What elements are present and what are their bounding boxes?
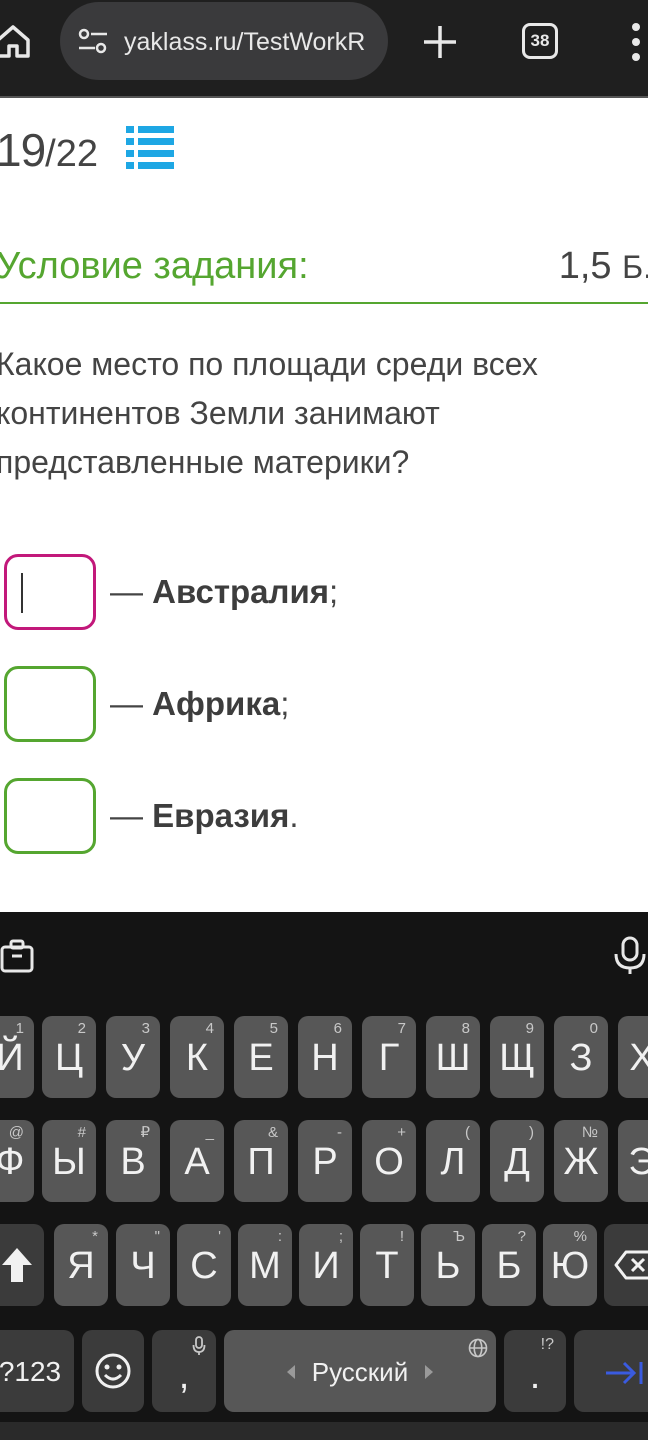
current-question-number: 19 — [0, 124, 46, 176]
points-unit: Б. — [622, 249, 648, 285]
key-Ж[interactable]: № Ж — [554, 1120, 608, 1202]
period-key[interactable]: !? . — [504, 1330, 566, 1412]
backspace-key[interactable] — [604, 1224, 648, 1306]
home-icon[interactable] — [0, 22, 32, 60]
emoji-key[interactable] — [82, 1330, 144, 1412]
key-Г[interactable]: 7Г — [362, 1016, 416, 1098]
emoji-icon — [94, 1352, 132, 1395]
key-И[interactable]: ; И — [299, 1224, 353, 1306]
key-Ш[interactable]: 8Ш — [426, 1016, 480, 1098]
key-Р[interactable]: -Р — [298, 1120, 352, 1202]
task-points: 1,5 Б. — [559, 238, 648, 294]
key-Ч[interactable]: " Ч — [116, 1224, 170, 1306]
key-Й[interactable]: 1Й — [0, 1016, 34, 1098]
backspace-icon — [614, 1250, 648, 1285]
overflow-menu-icon[interactable] — [626, 20, 646, 64]
answer-row: — Австралия; — [0, 554, 648, 630]
points-value: 1,5 — [558, 245, 612, 287]
toolbar-divider — [0, 96, 648, 98]
text-caret — [21, 573, 23, 613]
clipboard-icon[interactable] — [0, 938, 34, 979]
answer-input-africa[interactable] — [4, 666, 96, 742]
answer-row: — Африка; — [0, 666, 648, 742]
comma-key[interactable]: , — [152, 1330, 216, 1412]
new-tab-plus-icon[interactable] — [420, 22, 460, 62]
enter-next-icon — [604, 1360, 644, 1391]
answer-label: — Австралия; — [110, 573, 339, 610]
answer-input-australia[interactable] — [4, 554, 96, 630]
key-Н[interactable]: 6Н — [298, 1016, 352, 1098]
key-Т[interactable]: ! Т — [360, 1224, 414, 1306]
key-М[interactable]: :М — [238, 1224, 292, 1306]
key-Х[interactable]: Х — [618, 1016, 648, 1098]
condition-title: Условие задания: — [0, 245, 309, 287]
key-П[interactable]: & П — [234, 1120, 288, 1202]
key-Б[interactable]: ? Б — [482, 1224, 536, 1306]
key-Я[interactable]: * Я — [54, 1224, 108, 1306]
system-nav-bar — [0, 1422, 648, 1440]
total-questions: /22 — [45, 133, 98, 175]
chevron-right-icon — [424, 1364, 434, 1385]
answer-label: — Евразия. — [110, 797, 299, 834]
key-К[interactable]: 4К — [170, 1016, 224, 1098]
key-А[interactable]: _ А — [170, 1120, 224, 1202]
key-Ь[interactable]: ЪЬ — [421, 1224, 475, 1306]
question-text: Какое место по площади среди всех контин… — [0, 346, 538, 480]
condition-divider — [0, 302, 648, 304]
space-key[interactable]: Русский — [224, 1330, 496, 1412]
on-screen-keyboard: 1Й 2Ц 3У 4К 5Е 6Н 7Г 8Ш 9Щ 0З Х @ Ф # Ы ₽ В… — [0, 912, 648, 1440]
key-Д[interactable]: ) Д — [490, 1120, 544, 1202]
shift-key[interactable] — [0, 1224, 44, 1306]
tab-switcher-icon[interactable]: 38 — [522, 23, 558, 59]
key-Е[interactable]: 5Е — [234, 1016, 288, 1098]
key-Л[interactable]: (Л — [426, 1120, 480, 1202]
browser-toolbar: yaklass.ru/TestWorkR 38 — [0, 0, 648, 96]
symbols-key[interactable]: ?123 — [0, 1330, 74, 1412]
key-У[interactable]: 3У — [106, 1016, 160, 1098]
microphone-icon[interactable] — [612, 936, 648, 981]
shift-icon — [0, 1246, 34, 1289]
key-З[interactable]: 0З — [554, 1016, 608, 1098]
question-list-icon[interactable] — [126, 126, 174, 170]
answer-label: — Африка; — [110, 685, 290, 722]
key-О[interactable]: + О — [362, 1120, 416, 1202]
key-С[interactable]: ' С — [177, 1224, 231, 1306]
url-text: yaklass.ru/TestWorkR — [124, 28, 366, 56]
key-Ф[interactable]: @ Ф — [0, 1120, 34, 1202]
enter-key[interactable] — [574, 1330, 648, 1412]
key-Ю[interactable]: % Ю — [543, 1224, 597, 1306]
key-В[interactable]: ₽ В — [106, 1120, 160, 1202]
key-Щ[interactable]: 9Щ — [490, 1016, 544, 1098]
key-Ц[interactable]: 2Ц — [42, 1016, 96, 1098]
key-Э[interactable]: Э — [618, 1120, 648, 1202]
answer-row: — Евразия. — [0, 778, 648, 854]
answer-input-eurasia[interactable] — [4, 778, 96, 854]
address-bar[interactable]: yaklass.ru/TestWorkR — [60, 2, 388, 80]
key-Ы[interactable]: # Ы — [42, 1120, 96, 1202]
question-counter: 19/22 — [0, 120, 98, 180]
site-settings-icon[interactable] — [78, 28, 108, 54]
